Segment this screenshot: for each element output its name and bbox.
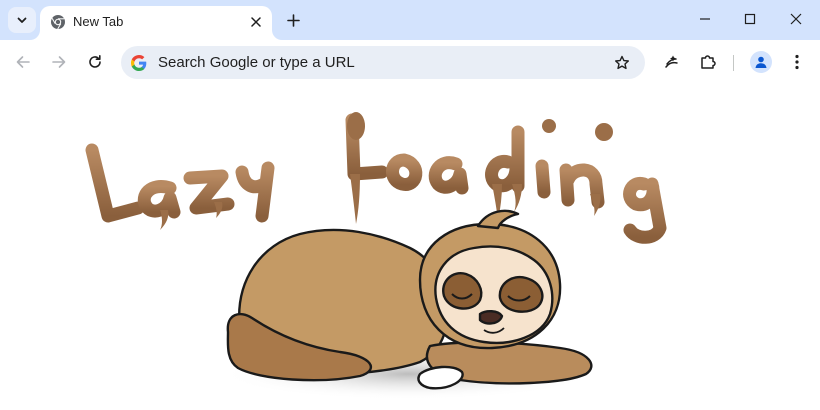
toolbar-divider: [733, 55, 734, 71]
back-button[interactable]: [9, 48, 37, 76]
minimize-icon: [700, 18, 710, 20]
extensions-button[interactable]: [694, 48, 722, 76]
reload-icon: [89, 55, 101, 68]
minimize-button[interactable]: [688, 4, 722, 34]
profile-button[interactable]: [750, 51, 772, 73]
maximize-button[interactable]: [733, 4, 767, 34]
lazy-loading-illustration: [85, 112, 667, 400]
toolbar: Search Google or type a URL: [0, 40, 820, 84]
omnibox[interactable]: Search Google or type a URL: [121, 46, 645, 79]
bookmark-button[interactable]: [611, 52, 633, 74]
google-g-icon: [131, 55, 147, 71]
reload-button[interactable]: [81, 48, 109, 76]
forward-button[interactable]: [45, 48, 73, 76]
tab-strip: New Tab: [0, 0, 820, 40]
chrome-icon: [51, 15, 65, 30]
plus-icon: [286, 13, 300, 27]
tab-close-button[interactable]: [246, 12, 266, 32]
tab-new-tab[interactable]: New Tab: [40, 6, 272, 40]
chevron-down-icon: [17, 17, 27, 23]
ai-mode-button[interactable]: [658, 48, 686, 76]
more-vert-icon: [795, 54, 799, 70]
puzzle-icon: [701, 55, 716, 69]
sparkle-icon: [665, 55, 678, 68]
maximize-icon: [744, 13, 756, 25]
person-icon: [755, 56, 767, 68]
arrow-right-icon: [52, 56, 66, 68]
arrow-left-icon: [16, 56, 30, 68]
close-icon: [251, 17, 261, 27]
window-close-button[interactable]: [779, 4, 813, 34]
new-tab-button[interactable]: [281, 8, 305, 32]
star-icon: [615, 55, 629, 70]
omnibox-placeholder: Search Google or type a URL: [158, 54, 355, 71]
menu-button[interactable]: [783, 48, 811, 76]
lazy-loading-lettering: [85, 113, 667, 244]
tab-title: New Tab: [73, 14, 124, 29]
close-icon: [790, 13, 802, 25]
sleeping-sloth: [226, 209, 593, 390]
page-content: [0, 84, 820, 410]
